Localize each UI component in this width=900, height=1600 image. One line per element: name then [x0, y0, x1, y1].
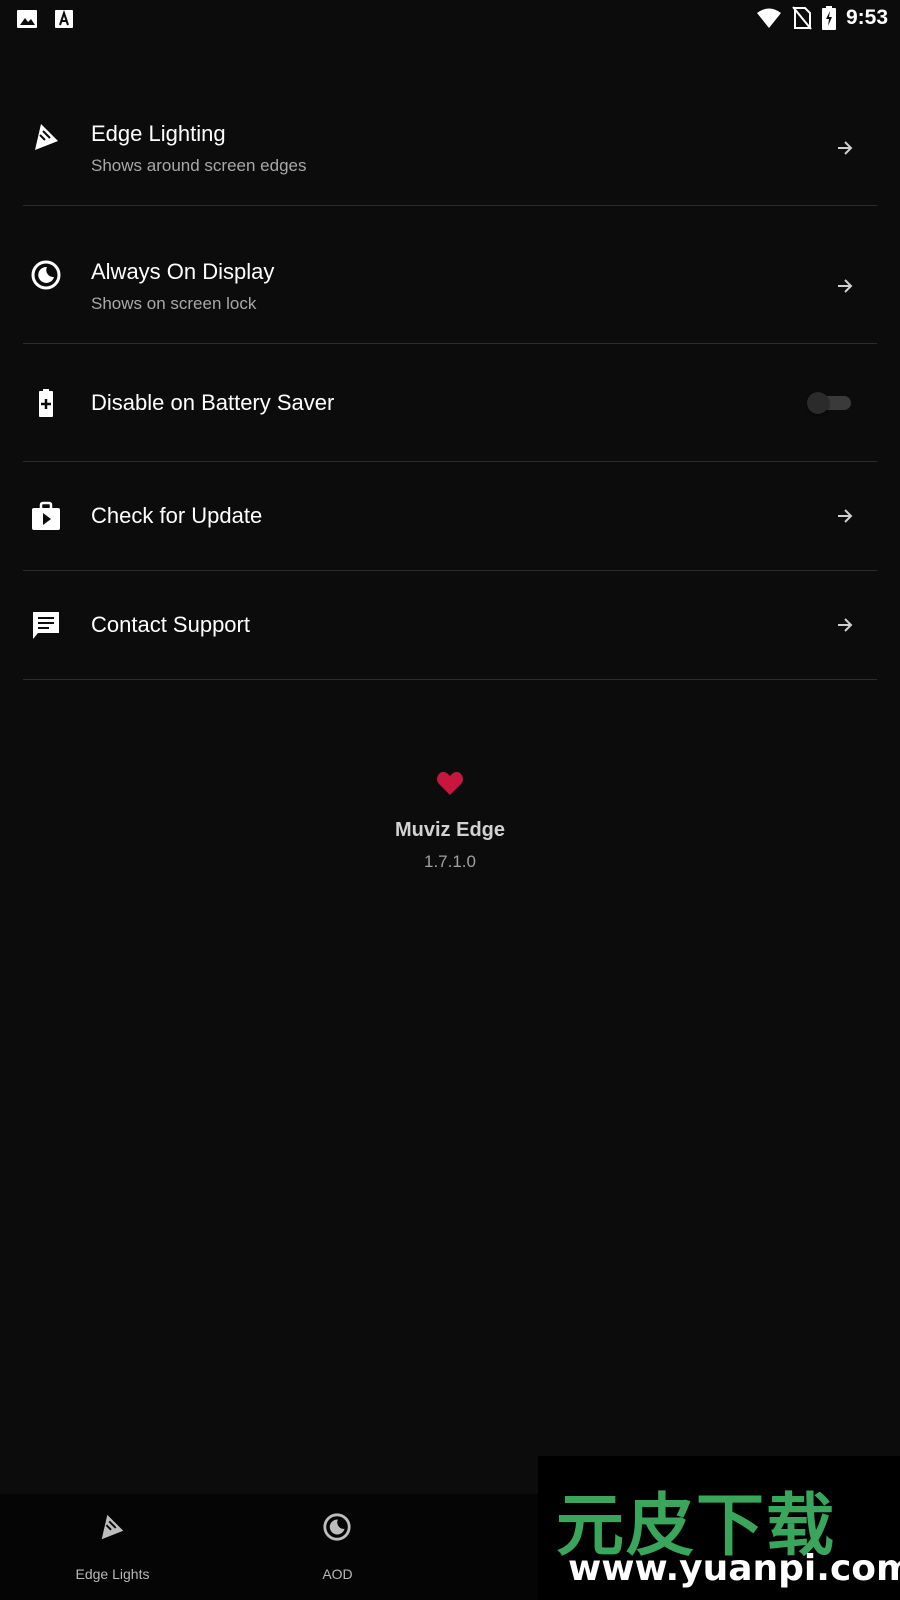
battery-plus-icon: [39, 388, 53, 417]
status-time: 9:53: [845, 6, 888, 29]
nav-label: AOD: [322, 1566, 353, 1582]
setting-title: Always On Display: [91, 259, 275, 284]
battery-charging-icon: [821, 6, 836, 30]
arrow-right-icon[interactable]: [835, 138, 855, 158]
arrow-right-icon[interactable]: [835, 276, 855, 296]
setting-title: Contact Support: [91, 612, 250, 637]
setting-check-update[interactable]: Check for Update: [23, 462, 877, 571]
watermark-url: www.yuanpi.com: [568, 1548, 900, 1589]
nav-aod[interactable]: AOD: [225, 1494, 450, 1600]
settings-list: Edge Lighting Shows around screen edges …: [0, 68, 900, 680]
setting-edge-lighting[interactable]: Edge Lighting Shows around screen edges: [23, 68, 877, 206]
play-store-bag-icon: [32, 501, 60, 530]
chat-icon: [33, 612, 59, 639]
status-bar: 9:53: [0, 0, 900, 36]
no-sim-icon: [792, 6, 812, 30]
aod-moon-icon: [323, 1513, 351, 1541]
aod-moon-icon: [31, 260, 61, 289]
setting-subtitle: Shows around screen edges: [91, 156, 307, 175]
a-notification-icon: [55, 9, 73, 28]
setting-title: Disable on Battery Saver: [91, 389, 335, 415]
toggle-thumb: [807, 391, 829, 414]
battery-saver-toggle[interactable]: [807, 391, 851, 414]
app-name: Muviz Edge: [394, 819, 505, 841]
setting-title: Check for Update: [91, 503, 263, 528]
setting-contact-support[interactable]: Contact Support: [23, 571, 877, 680]
arrow-right-icon[interactable]: [835, 615, 855, 635]
wifi-icon: [756, 8, 781, 28]
arrow-right-icon[interactable]: [835, 506, 855, 526]
nav-label: Edge Lights: [75, 1566, 150, 1582]
app-version: 1.7.1.0: [424, 852, 476, 871]
watermark: 元皮下载 www.yuanpi.com: [538, 1456, 900, 1600]
edge-lighting-icon: [35, 123, 58, 150]
edge-lighting-icon: [101, 1514, 124, 1540]
setting-always-on-display[interactable]: Always On Display Shows on screen lock: [23, 206, 877, 344]
nav-edge-lights[interactable]: Edge Lights: [0, 1494, 225, 1600]
setting-title: Edge Lighting: [91, 121, 226, 146]
setting-subtitle: Shows on screen lock: [91, 294, 257, 313]
heart-icon: [437, 771, 463, 795]
setting-battery-saver[interactable]: Disable on Battery Saver: [23, 344, 877, 462]
about-section: Muviz Edge 1.7.1.0: [0, 770, 900, 872]
image-icon: [17, 10, 37, 28]
